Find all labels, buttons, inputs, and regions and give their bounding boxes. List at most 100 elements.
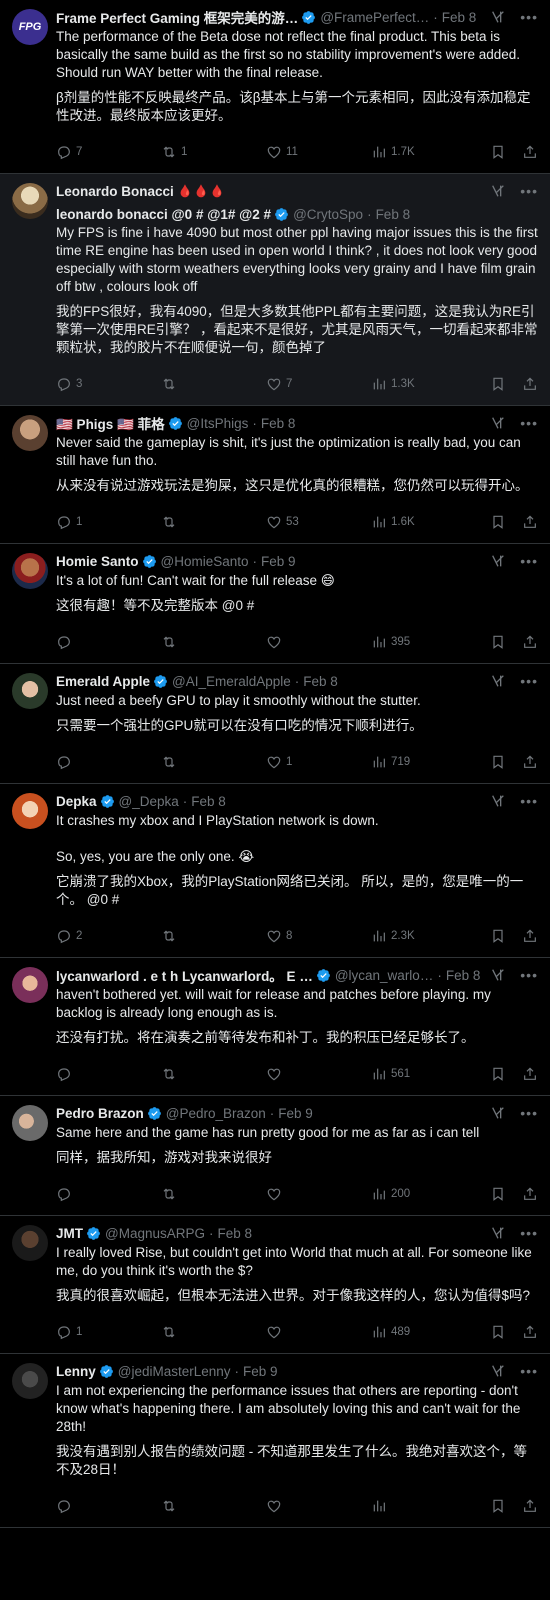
share-button[interactable] bbox=[522, 1066, 538, 1082]
bookmark-button[interactable] bbox=[490, 144, 506, 160]
grok-icon[interactable] bbox=[490, 673, 506, 689]
tweet[interactable]: Emerald Apple @AI_EmeraldApple · Feb 8 •… bbox=[0, 664, 550, 784]
views-button[interactable]: 200 bbox=[371, 1186, 481, 1202]
more-options-icon[interactable]: ••• bbox=[520, 10, 538, 24]
tweet-date[interactable]: Feb 8 bbox=[442, 10, 477, 25]
bookmark-button[interactable] bbox=[490, 634, 506, 650]
tweet-date[interactable]: Feb 8 bbox=[446, 968, 481, 983]
like-button[interactable] bbox=[266, 1186, 371, 1202]
retweet-button[interactable] bbox=[161, 1186, 266, 1202]
more-options-icon[interactable]: ••• bbox=[520, 794, 538, 808]
reply-button[interactable] bbox=[56, 1498, 161, 1514]
author-name[interactable]: Emerald Apple bbox=[56, 674, 150, 689]
tweet[interactable]: JMT @MagnusARPG · Feb 8 ••• I really lov… bbox=[0, 1216, 550, 1354]
like-button[interactable]: 11 bbox=[266, 144, 371, 160]
retweet-button[interactable] bbox=[161, 928, 266, 944]
author-name[interactable]: Depka bbox=[56, 794, 97, 809]
views-button[interactable]: 2.3K bbox=[371, 928, 481, 944]
grok-icon[interactable] bbox=[490, 1363, 506, 1379]
tweet[interactable]: lycanwarlord . e t h Lycanwarlord。 E … @… bbox=[0, 958, 550, 1096]
share-button[interactable] bbox=[522, 1186, 538, 1202]
tweet-date[interactable]: Feb 8 bbox=[218, 1226, 253, 1241]
author-name[interactable]: JMT bbox=[56, 1226, 83, 1241]
bookmark-button[interactable] bbox=[490, 1066, 506, 1082]
share-button[interactable] bbox=[522, 144, 538, 160]
author-handle[interactable]: @HomieSanto bbox=[161, 554, 249, 569]
author-name[interactable]: Leonardo Bonacci bbox=[56, 184, 174, 199]
views-button[interactable]: 1.7K bbox=[371, 144, 481, 160]
grok-icon[interactable] bbox=[490, 793, 506, 809]
author-name[interactable]: 🇺🇸 Phigs 🇺🇸 菲格 bbox=[56, 413, 165, 433]
tweet[interactable]: Homie Santo @HomieSanto · Feb 9 ••• It's… bbox=[0, 544, 550, 664]
share-button[interactable] bbox=[522, 928, 538, 944]
views-button[interactable]: 719 bbox=[371, 754, 481, 770]
avatar[interactable] bbox=[12, 793, 48, 829]
views-button[interactable]: 395 bbox=[371, 634, 481, 650]
more-options-icon[interactable]: ••• bbox=[520, 1364, 538, 1378]
grok-icon[interactable] bbox=[490, 967, 506, 983]
grok-icon[interactable] bbox=[490, 183, 506, 199]
retweet-button[interactable] bbox=[161, 1324, 266, 1340]
like-button[interactable]: 53 bbox=[266, 514, 371, 530]
author-handle[interactable]: @AI_EmeraldApple bbox=[172, 674, 291, 689]
retweet-button[interactable] bbox=[161, 1498, 266, 1514]
reply-button[interactable] bbox=[56, 754, 161, 770]
reply-button[interactable]: 3 bbox=[56, 376, 161, 392]
reply-button[interactable]: 2 bbox=[56, 928, 161, 944]
like-button[interactable] bbox=[266, 1498, 371, 1514]
bookmark-button[interactable] bbox=[490, 1324, 506, 1340]
grok-icon[interactable] bbox=[490, 1225, 506, 1241]
tweet-date[interactable]: Feb 8 bbox=[261, 416, 296, 431]
grok-icon[interactable] bbox=[490, 1105, 506, 1121]
like-button[interactable] bbox=[266, 634, 371, 650]
avatar[interactable]: FPG bbox=[12, 9, 48, 45]
reply-button[interactable]: 1 bbox=[56, 514, 161, 530]
retweet-button[interactable]: 1 bbox=[161, 144, 266, 160]
tweet[interactable]: Depka @_Depka · Feb 8 ••• It crashes my … bbox=[0, 784, 550, 958]
avatar[interactable] bbox=[12, 1225, 48, 1261]
reply-button[interactable]: 7 bbox=[56, 144, 161, 160]
avatar[interactable] bbox=[12, 553, 48, 589]
reply-button[interactable] bbox=[56, 1186, 161, 1202]
author-name[interactable]: Homie Santo bbox=[56, 554, 139, 569]
tweet-date[interactable]: Feb 9 bbox=[261, 554, 296, 569]
more-options-icon[interactable]: ••• bbox=[520, 968, 538, 982]
tweet-date[interactable]: Feb 9 bbox=[243, 1364, 278, 1379]
author-name[interactable]: Pedro Brazon bbox=[56, 1106, 144, 1121]
like-button[interactable] bbox=[266, 1324, 371, 1340]
avatar[interactable] bbox=[12, 673, 48, 709]
share-button[interactable] bbox=[522, 754, 538, 770]
avatar[interactable] bbox=[12, 415, 48, 451]
views-button[interactable]: 489 bbox=[371, 1324, 481, 1340]
avatar[interactable] bbox=[12, 183, 48, 219]
tweet[interactable]: Leonardo Bonacci 🩸🩸🩸 ••• leonardo bonacc… bbox=[0, 174, 550, 406]
like-button[interactable]: 8 bbox=[266, 928, 371, 944]
avatar[interactable] bbox=[12, 967, 48, 1003]
more-options-icon[interactable]: ••• bbox=[520, 1106, 538, 1120]
tweet-date[interactable]: Feb 8 bbox=[191, 794, 226, 809]
reply-button[interactable] bbox=[56, 1066, 161, 1082]
grok-icon[interactable] bbox=[490, 415, 506, 431]
bookmark-button[interactable] bbox=[490, 514, 506, 530]
share-button[interactable] bbox=[522, 514, 538, 530]
reply-button[interactable] bbox=[56, 634, 161, 650]
share-button[interactable] bbox=[522, 376, 538, 392]
like-button[interactable]: 1 bbox=[266, 754, 371, 770]
share-button[interactable] bbox=[522, 1324, 538, 1340]
avatar[interactable] bbox=[12, 1105, 48, 1141]
author-handle[interactable]: @CrytoSpo bbox=[293, 207, 363, 222]
author-name[interactable]: Frame Perfect Gaming 框架完美的游… bbox=[56, 7, 298, 27]
bookmark-button[interactable] bbox=[490, 376, 506, 392]
grok-icon[interactable] bbox=[490, 553, 506, 569]
tweet-date[interactable]: Feb 8 bbox=[376, 207, 411, 222]
author-handle[interactable]: @FramePerfect… bbox=[320, 10, 429, 25]
share-button[interactable] bbox=[522, 1498, 538, 1514]
more-options-icon[interactable]: ••• bbox=[520, 184, 538, 198]
tweet[interactable]: Lenny @jediMasterLenny · Feb 9 ••• I am … bbox=[0, 1354, 550, 1528]
tweet[interactable]: Pedro Brazon @Pedro_Brazon · Feb 9 ••• S… bbox=[0, 1096, 550, 1216]
grok-icon[interactable] bbox=[490, 9, 506, 25]
tweet-date[interactable]: Feb 9 bbox=[278, 1106, 313, 1121]
retweet-button[interactable] bbox=[161, 376, 266, 392]
display-subname[interactable]: leonardo bonacci @0 # @1# @2 # bbox=[56, 207, 271, 222]
retweet-button[interactable] bbox=[161, 1066, 266, 1082]
